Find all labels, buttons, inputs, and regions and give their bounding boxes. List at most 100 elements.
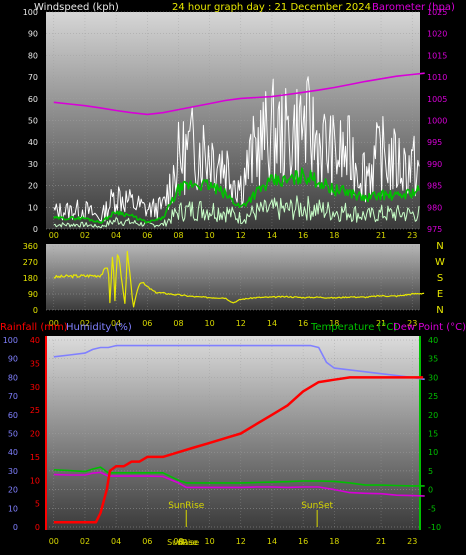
direction-tick-label: 270 xyxy=(23,258,38,267)
dew-point-axis-label: Dew Point (°C) xyxy=(393,322,466,333)
temperature-tick-label: 40 xyxy=(428,336,438,345)
x-tick-label: 21 xyxy=(376,231,386,240)
x-tick-label: 04 xyxy=(111,537,121,546)
x-tick-label: 08 xyxy=(173,231,183,240)
x-tick-label: 23 xyxy=(407,537,417,546)
right-tick-label: 995 xyxy=(427,138,442,147)
left-tick-label: 30 xyxy=(28,160,38,169)
right-tick-label: 980 xyxy=(427,203,442,212)
x-tick-label: 10 xyxy=(205,231,215,240)
rainfall-tick-label: 10 xyxy=(30,476,40,485)
right-tick-label: 1020 xyxy=(427,30,447,39)
rainfall-tick-label: 40 xyxy=(30,336,40,345)
left-tick-label: 0 xyxy=(33,225,38,234)
rainfall-tick-label: 15 xyxy=(30,453,40,462)
wind-chart-title: 24 hour graph day : 21 December 2024 xyxy=(172,2,371,13)
temperature-tick-label: 5 xyxy=(428,467,433,476)
right-tick-label: 1015 xyxy=(427,51,447,60)
temperature-tick-label: 25 xyxy=(428,392,438,401)
atmosphere-x-ticks: 00 02 04 06 08 10 12 14 16 18 21 23 xyxy=(49,537,418,546)
humidity-tick-label: 90 xyxy=(8,355,18,364)
x-tick-label: 00 xyxy=(49,537,59,546)
x-tick-label: 12 xyxy=(236,319,246,328)
barometer-right-ticks: 975 980 985 990 995 1000 1005 1010 1015 1020 1025 xyxy=(427,8,447,234)
wind-left-ticks: 0 10 20 30 40 50 60 70 80 90 100 xyxy=(23,8,38,234)
x-tick-label: 16 xyxy=(298,319,308,328)
rainfall-tick-label: 25 xyxy=(30,406,40,415)
right-tick-label: 985 xyxy=(427,182,442,191)
rainfall-tick-label: 5 xyxy=(35,500,40,509)
rainfall-tick-label: 0 xyxy=(35,523,40,532)
x-tick-label: 06 xyxy=(142,231,152,240)
humidity-tick-label: 60 xyxy=(8,411,18,420)
right-tick-label: 1010 xyxy=(427,73,447,82)
temperature-tick-label: 0 xyxy=(428,486,433,495)
x-tick-label: 12 xyxy=(236,231,246,240)
temperature-tick-label: 20 xyxy=(428,411,438,420)
direction-left-ticks: 0 90 180 270 360 xyxy=(23,242,38,315)
x-tick-label: 14 xyxy=(267,537,277,546)
x-tick-label: 18 xyxy=(329,537,339,546)
right-tick-label: 1005 xyxy=(427,95,447,104)
left-tick-label: 100 xyxy=(23,8,38,17)
temperature-right-ticks: -10 -5 0 5 10 15 20 25 30 35 40 xyxy=(428,336,441,532)
left-tick-label: 40 xyxy=(28,138,38,147)
right-tick-label: 1000 xyxy=(427,117,447,126)
event-label: SunRise xyxy=(168,501,205,511)
compass-label: E xyxy=(437,289,443,300)
left-tick-label: 20 xyxy=(28,182,38,191)
rainfall-tick-label: 30 xyxy=(30,383,40,392)
x-tick-label: 10 xyxy=(205,537,215,546)
direction-panel-background xyxy=(46,244,420,310)
weather-graphs: Windspeed (kph) 24 hour graph day : 21 D… xyxy=(0,0,466,555)
x-tick-label: 04 xyxy=(111,231,121,240)
atmosphere-panel-background xyxy=(46,336,420,530)
x-tick-label: 06 xyxy=(142,319,152,328)
direction-tick-label: 90 xyxy=(28,290,38,299)
x-tick-label: 14 xyxy=(267,319,277,328)
x-tick-label: 06 xyxy=(142,537,152,546)
humidity-tick-label: 0 xyxy=(13,523,18,532)
x-tick-label: 21 xyxy=(376,537,386,546)
left-tick-label: 60 xyxy=(28,95,38,104)
x-tick-label: 16 xyxy=(298,231,308,240)
right-tick-label: 990 xyxy=(427,160,442,169)
rainfall-tick-label: 35 xyxy=(30,359,40,368)
temperature-tick-label: 35 xyxy=(428,355,438,364)
humidity-tick-label: 50 xyxy=(8,430,18,439)
humidity-tick-label: 30 xyxy=(8,467,18,476)
direction-tick-label: 180 xyxy=(23,274,38,283)
humidity-tick-label: 100 xyxy=(3,336,18,345)
left-tick-label: 70 xyxy=(28,73,38,82)
x-tick-label: 12 xyxy=(236,537,246,546)
temperature-tick-label: 30 xyxy=(428,373,438,382)
compass-label: N xyxy=(436,241,443,252)
x-tick-label: 16 xyxy=(298,537,308,546)
left-tick-label: 80 xyxy=(28,51,38,60)
humidity-tick-label: 40 xyxy=(8,448,18,457)
right-tick-label: 975 xyxy=(427,225,442,234)
compass-label: N xyxy=(436,305,443,316)
temperature-tick-label: -10 xyxy=(428,523,441,532)
temperature-tick-label: -5 xyxy=(428,504,436,513)
rainfall-tick-label: 20 xyxy=(30,430,40,439)
direction-tick-label: 360 xyxy=(23,242,38,251)
x-tick-label: 08 xyxy=(173,319,183,328)
temperature-axis-label: Temperature (°C) xyxy=(310,322,397,333)
left-tick-label: 50 xyxy=(28,117,38,126)
humidity-axis-label: Humidity (%) xyxy=(66,322,132,333)
direction-tick-label: 0 xyxy=(33,306,38,315)
compass-label: S xyxy=(437,273,443,284)
humidity-tick-label: 20 xyxy=(8,486,18,495)
compass-label: W xyxy=(435,257,445,268)
x-tick-label: 10 xyxy=(205,319,215,328)
x-tick-label: 00 xyxy=(49,231,59,240)
rainfall-axis-label: Rainfall (mm) xyxy=(0,322,68,333)
x-tick-label: 02 xyxy=(80,231,90,240)
temperature-tick-label: 10 xyxy=(428,448,438,457)
temperature-tick-label: 15 xyxy=(428,430,438,439)
left-tick-label: 10 xyxy=(28,203,38,212)
x-tick-label: 14 xyxy=(267,231,277,240)
chart-canvas: Windspeed (kph) 24 hour graph day : 21 D… xyxy=(0,2,466,547)
bottom-marker-label: Base xyxy=(178,538,198,547)
